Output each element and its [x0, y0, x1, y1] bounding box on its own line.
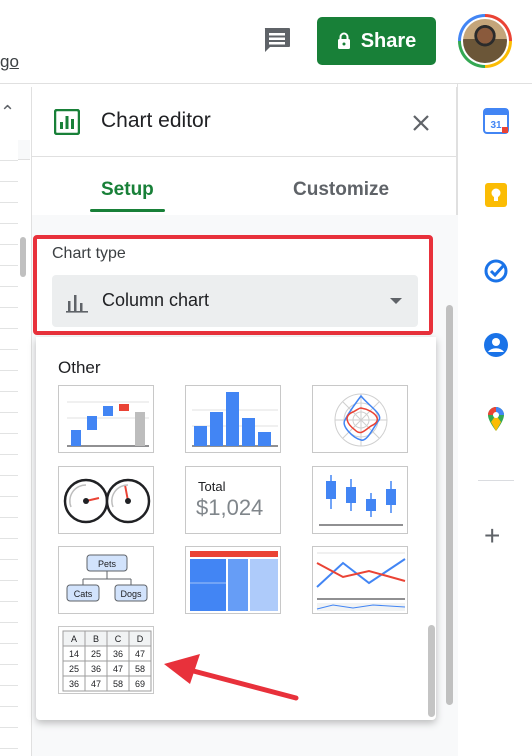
share-button[interactable]: Share	[317, 17, 436, 65]
radar-chart-option[interactable]	[312, 385, 408, 453]
timeline-chart-icon	[316, 552, 406, 611]
org-chart-icon: Pets Cats Dogs	[66, 554, 148, 602]
scorecard-chart-option[interactable]: Total $1,024	[185, 466, 281, 534]
table-cell: 47	[113, 664, 123, 674]
org-node-right: Dogs	[120, 589, 142, 599]
gauge-chart-icon	[63, 478, 151, 524]
scorecard-value: $1,024	[196, 495, 264, 520]
table-cell: 25	[91, 649, 101, 659]
top-bar: go Share	[0, 0, 532, 84]
table-cell: 47	[91, 679, 101, 689]
table-cell: 25	[69, 664, 79, 674]
table-chart-option[interactable]: A B C D 14 25 36 47 25 36 47 58 36 47 58…	[58, 626, 154, 694]
table-header-c: C	[115, 634, 122, 644]
radar-chart-icon	[334, 393, 388, 447]
table-cell: 36	[69, 679, 79, 689]
go-link[interactable]: go	[0, 52, 19, 72]
tab-setup[interactable]: Setup	[101, 179, 154, 201]
annotation-arrow-icon	[164, 654, 299, 701]
waterfall-chart-option[interactable]	[58, 385, 154, 453]
comment-icon[interactable]	[262, 26, 292, 54]
gauge-chart-option[interactable]	[58, 466, 154, 534]
candlestick-chart-icon	[319, 475, 403, 526]
histogram-chart-option[interactable]	[185, 385, 281, 453]
org-chart-option[interactable]: Pets Cats Dogs	[58, 546, 154, 614]
candlestick-chart-option[interactable]	[312, 466, 408, 534]
timeline-chart-option[interactable]	[312, 546, 408, 614]
histogram-chart-icon	[192, 392, 278, 447]
chart-type-select[interactable]: Column chart	[52, 275, 418, 327]
chart-type-value: Column chart	[102, 290, 210, 310]
org-node-left: Cats	[74, 589, 93, 599]
avatar[interactable]	[458, 14, 512, 68]
table-header-d: D	[137, 634, 144, 644]
waterfall-chart-icon	[67, 401, 149, 447]
table-cell: 58	[113, 679, 123, 689]
contacts-icon[interactable]	[483, 332, 509, 358]
chart-editor-title: Chart editor	[101, 109, 211, 132]
keep-icon[interactable]	[483, 182, 509, 208]
chart-editor-icon	[54, 109, 80, 135]
calendar-day: 31	[490, 120, 502, 131]
table-cell: 47	[135, 649, 145, 659]
add-icon[interactable]: +	[484, 522, 500, 550]
sheet-grid	[0, 140, 18, 756]
table-header-b: B	[93, 634, 99, 644]
editor-tabs: Setup Customize	[32, 157, 458, 215]
chevron-up-icon[interactable]: ⌃	[0, 102, 15, 123]
close-icon[interactable]	[410, 112, 432, 134]
table-cell: 14	[69, 649, 79, 659]
share-label: Share	[360, 29, 417, 52]
chart-type-label: Chart type	[52, 245, 126, 262]
maps-icon[interactable]	[483, 406, 509, 432]
table-cell: 58	[135, 664, 145, 674]
scorecard-caption: Total	[198, 479, 226, 494]
table-cell: 69	[135, 679, 145, 689]
avatar-photo	[463, 19, 507, 63]
table-header-a: A	[71, 634, 77, 644]
table-chart-icon: A B C D 14 25 36 47 25 36 47 58 36 47 58…	[62, 630, 152, 692]
chart-editor-header: Chart editor	[32, 87, 458, 157]
treemap-chart-option[interactable]	[185, 546, 281, 614]
lock-icon	[337, 32, 350, 49]
calendar-icon[interactable]: 31	[483, 108, 509, 134]
panel-scrollbar[interactable]	[446, 305, 453, 705]
tasks-icon[interactable]	[483, 258, 509, 284]
side-panel-rail: 31 +	[457, 84, 532, 756]
active-tab-indicator	[90, 209, 165, 212]
table-cell: 36	[113, 649, 123, 659]
chevron-down-icon	[390, 298, 402, 304]
dropdown-scrollbar[interactable]	[428, 625, 435, 717]
org-node-root: Pets	[98, 559, 117, 569]
rail-divider	[478, 480, 514, 481]
dropdown-section-other: Other	[58, 358, 101, 377]
sheet-scrollbar[interactable]	[20, 237, 26, 277]
treemap-chart-icon	[190, 551, 278, 611]
tab-customize[interactable]: Customize	[293, 179, 389, 201]
column-chart-icon	[66, 295, 88, 313]
table-cell: 36	[91, 664, 101, 674]
chart-type-highlight: Chart type Column chart	[33, 235, 433, 335]
